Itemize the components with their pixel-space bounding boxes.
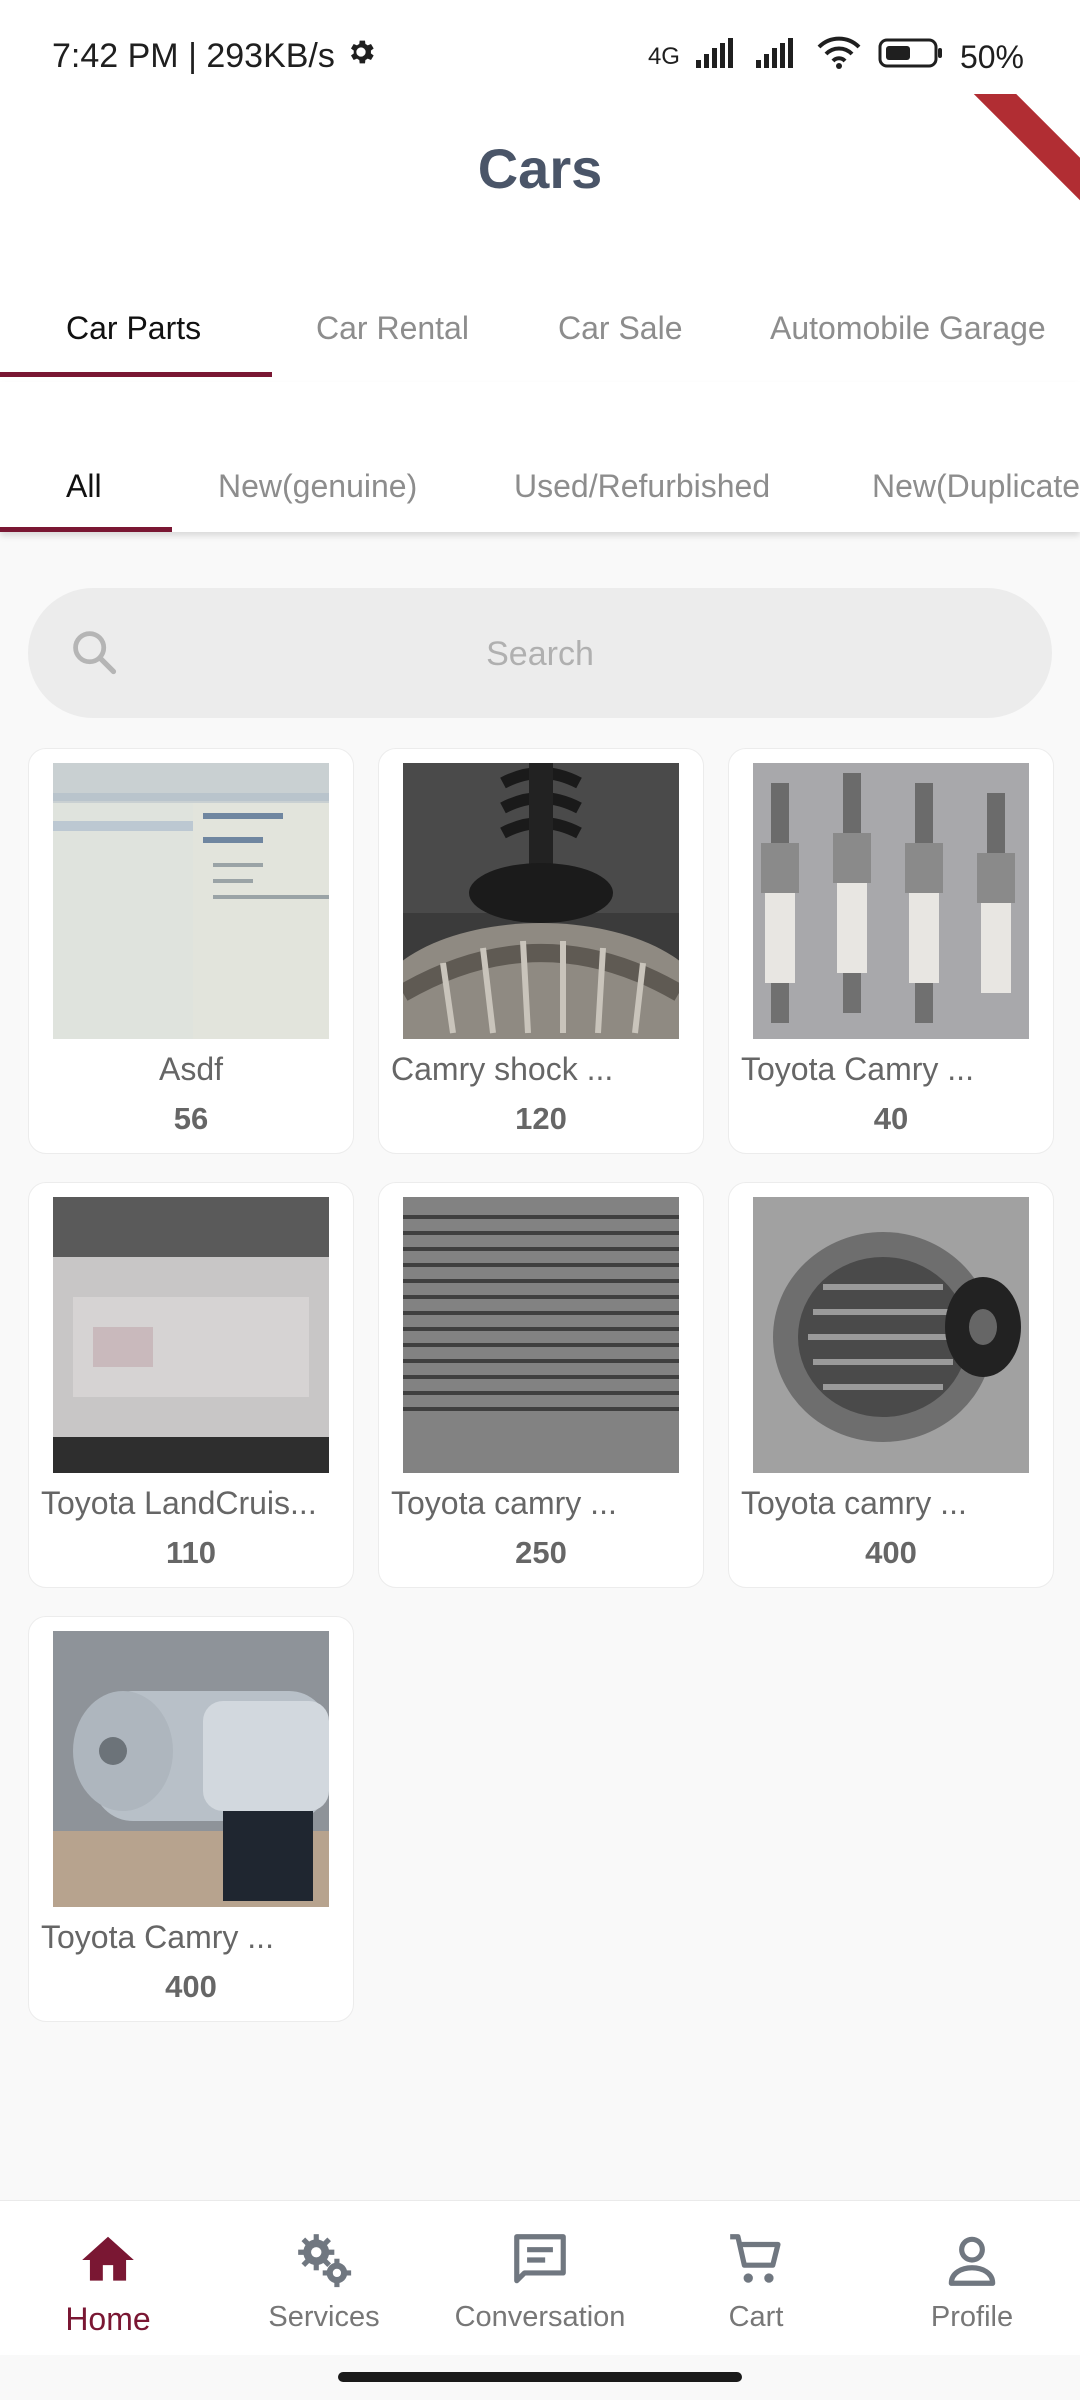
tab-new-duplicate[interactable]: New(Duplicate	[872, 468, 1080, 505]
tab-car-sale[interactable]: Car Sale	[558, 310, 683, 347]
product-name: Asdf	[158, 1051, 224, 1087]
product-price: 40	[873, 1101, 909, 1136]
product-card[interactable]: Toyota camry ... 250	[378, 1182, 704, 1588]
search-input[interactable]	[148, 628, 932, 680]
tab-car-rental[interactable]: Car Rental	[316, 310, 469, 347]
product-price: 110	[165, 1535, 216, 1570]
status-bar: 7:42 PM | 293KB/s 4G 50%	[0, 0, 1080, 94]
bottom-navigation: Home Services Conversation Cart Profile	[0, 2200, 1080, 2355]
product-name: Toyota camry ...	[391, 1485, 617, 1521]
product-image-headlight	[53, 1197, 329, 1473]
product-card[interactable]: Toyota Camry ... 400	[28, 1616, 354, 2022]
category-tabs: Car Parts Car Rental Car Sale Automobile…	[0, 254, 1080, 382]
gears-icon	[216, 2229, 432, 2291]
product-name: Camry shock ...	[391, 1051, 614, 1087]
product-card[interactable]: Asdf 56	[28, 748, 354, 1154]
condition-tabs: All New(genuine) Used/Refurbished New(Du…	[0, 382, 1080, 532]
settings-gear-icon	[345, 36, 377, 77]
tab-car-parts[interactable]: Car Parts	[66, 310, 201, 347]
tab-automobile-garage[interactable]: Automobile Garage	[770, 310, 1046, 347]
home-indicator	[338, 2372, 742, 2382]
wifi-icon	[816, 36, 862, 78]
product-name: Toyota LandCruis...	[41, 1485, 317, 1521]
product-name: Toyota Camry ...	[741, 1051, 974, 1087]
product-price: 400	[865, 1535, 917, 1570]
nav-conversation[interactable]: Conversation	[432, 2229, 648, 2334]
person-icon	[864, 2229, 1080, 2291]
nav-cart-label: Cart	[728, 2301, 784, 2333]
nav-profile-label: Profile	[930, 2301, 1014, 2333]
debug-ribbon	[960, 94, 1080, 214]
product-image-shock	[403, 763, 679, 1039]
nav-services-label: Services	[268, 2301, 380, 2333]
nav-services[interactable]: Services	[216, 2229, 432, 2334]
battery-percent: 50%	[959, 38, 1024, 75]
product-price: 400	[165, 1969, 217, 2004]
cart-icon	[648, 2229, 864, 2291]
nav-profile[interactable]: Profile	[864, 2229, 1080, 2334]
battery-icon	[878, 37, 944, 77]
product-card[interactable]: Toyota camry ... 400	[728, 1182, 1054, 1588]
product-card[interactable]: Toyota Camry ... 40	[728, 748, 1054, 1154]
product-name: Toyota camry ...	[741, 1485, 967, 1521]
product-image-radiator	[403, 1197, 679, 1473]
search-icon	[68, 626, 120, 683]
tab-new-genuine[interactable]: New(genuine)	[218, 468, 417, 505]
network-type: 4G	[647, 43, 680, 70]
app-header: Cars	[0, 94, 1080, 254]
product-card[interactable]: Toyota LandCruis... 110	[28, 1182, 354, 1588]
product-image-screenshot	[53, 763, 329, 1039]
page-title: Cars	[477, 137, 603, 200]
product-image-spark-plugs	[753, 763, 1029, 1039]
product-image-starter	[53, 1631, 329, 1907]
product-price: 56	[173, 1101, 209, 1136]
product-price: 120	[515, 1101, 567, 1136]
product-name: Toyota Camry ...	[41, 1919, 274, 1955]
status-time-speed: 7:42 PM | 293KB/s	[52, 37, 335, 75]
signal-icon	[695, 38, 740, 76]
product-price: 250	[515, 1535, 567, 1570]
search-bar[interactable]	[28, 588, 1052, 718]
nav-home[interactable]: Home	[0, 2229, 216, 2338]
nav-home-label: Home	[65, 2301, 151, 2337]
category-tab-indicator	[0, 372, 272, 377]
chat-icon	[432, 2229, 648, 2291]
tab-used-refurbished[interactable]: Used/Refurbished	[514, 468, 770, 505]
nav-cart[interactable]: Cart	[648, 2229, 864, 2334]
product-grid: Asdf 56 Camry shock ... 120 Toyota Camry…	[28, 748, 1054, 2022]
nav-conversation-label: Conversation	[454, 2301, 626, 2333]
status-left: 7:42 PM | 293KB/s	[52, 36, 377, 77]
tab-all[interactable]: All	[66, 468, 102, 505]
status-right: 4G 50%	[648, 36, 1024, 78]
condition-tab-indicator	[0, 527, 172, 532]
product-card[interactable]: Camry shock ... 120	[378, 748, 704, 1154]
home-icon	[0, 2229, 216, 2291]
product-image-alternator	[753, 1197, 1029, 1473]
signal-icon-2	[755, 38, 800, 76]
